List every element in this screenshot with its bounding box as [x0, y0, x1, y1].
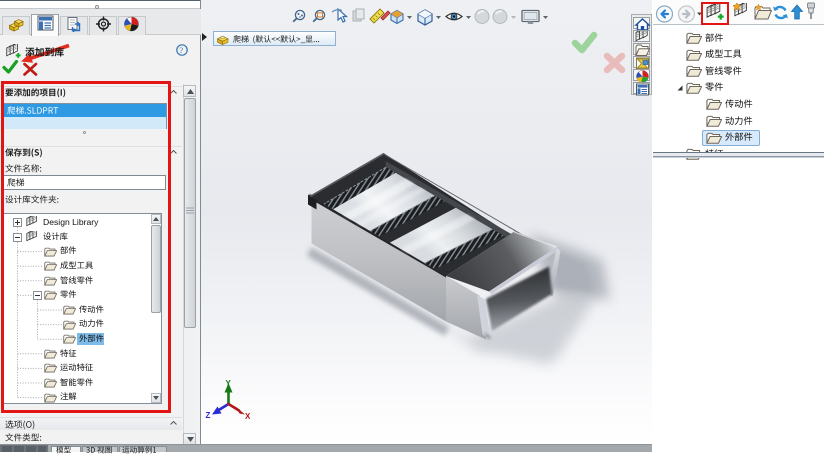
svg-text:?: ? [179, 45, 183, 55]
svg-text:X: X [245, 412, 251, 421]
svg-text:Y: Y [226, 379, 232, 388]
svg-text:Z: Z [206, 411, 211, 420]
